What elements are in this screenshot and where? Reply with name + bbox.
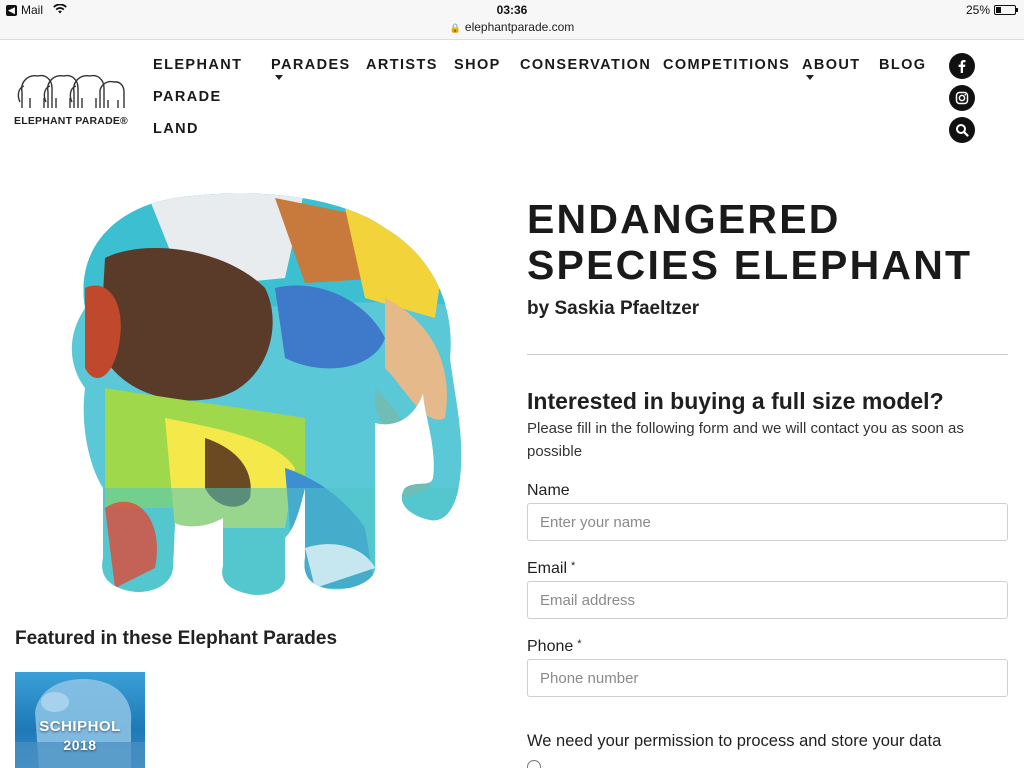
divider <box>527 354 1008 355</box>
facebook-icon[interactable] <box>949 53 975 79</box>
browser-status-bar: ◀ Mail 03:36 🔒 elephantparade.com 25% <box>0 0 1024 40</box>
title-line-2: SPECIES ELEPHANT <box>527 242 973 288</box>
nav-parades[interactable]: PARADES <box>271 49 351 80</box>
form-intro: Please fill in the following form and we… <box>527 420 964 460</box>
email-field[interactable] <box>527 581 1008 619</box>
status-time: 03:36 <box>496 3 528 17</box>
instagram-icon[interactable] <box>949 85 975 111</box>
title-line-1: ENDANGERED <box>527 196 841 242</box>
battery-fill <box>996 7 1001 13</box>
nav-parades-label[interactable]: PARADES <box>271 57 351 73</box>
phone-label: Phone * <box>527 638 582 656</box>
nav-about-label[interactable]: ABOUT <box>802 57 861 73</box>
nav-artists[interactable]: ARTISTS <box>366 49 438 81</box>
nav-shop[interactable]: SHOP <box>454 49 501 81</box>
consent-radio[interactable] <box>527 760 541 768</box>
email-label-text: Email <box>527 560 568 577</box>
featured-heading: Featured in these Elephant Parades <box>15 628 338 649</box>
lock-icon: 🔒 <box>449 23 461 33</box>
name-field[interactable] <box>527 503 1008 541</box>
search-icon[interactable] <box>949 117 975 143</box>
phone-field[interactable] <box>527 659 1008 697</box>
form-heading: Interested in buying a full size model? <box>527 388 944 414</box>
chevron-down-icon[interactable] <box>806 75 814 80</box>
required-marker: * <box>571 560 576 572</box>
nav-parade[interactable]: PARADE <box>153 81 222 113</box>
elephants-logo-icon <box>17 74 125 108</box>
nav-elephant[interactable]: ELEPHANT <box>153 49 242 81</box>
nav-about[interactable]: ABOUT <box>802 49 861 80</box>
parade-thumb-year: 2018 <box>63 737 97 753</box>
required-marker: * <box>577 638 582 650</box>
page-title: ENDANGERED SPECIES ELEPHANT <box>527 196 972 288</box>
parade-thumbnail-schiphol[interactable]: SCHIPHOL 2018 <box>15 672 145 768</box>
nav-land[interactable]: LAND <box>153 113 199 145</box>
site-logo[interactable]: ELEPHANT PARADE® <box>14 68 128 130</box>
permission-text: We need your permission to process and s… <box>527 732 942 750</box>
nav-blog[interactable]: BLOG <box>879 49 927 81</box>
phone-label-text: Phone <box>527 638 574 655</box>
name-label: Name <box>527 482 570 499</box>
battery-icon <box>994 5 1018 15</box>
nav-conservation[interactable]: CONSERVATION <box>520 49 651 81</box>
address-url[interactable]: elephantparade.com <box>465 20 574 34</box>
elephant-artwork-image <box>45 188 475 603</box>
chevron-down-icon[interactable] <box>275 75 283 80</box>
status-right: 25% <box>965 3 1018 17</box>
battery-percent: 25% <box>965 3 990 17</box>
logo-text: ELEPHANT PARADE® <box>14 115 128 127</box>
parade-thumb-title: SCHIPHOL <box>39 718 121 735</box>
nav-competitions[interactable]: COMPETITIONS <box>663 49 790 81</box>
artist-byline[interactable]: by Saskia Pfaeltzer <box>527 298 699 320</box>
email-label: Email * <box>527 560 575 578</box>
address-bar[interactable]: 🔒 elephantparade.com <box>0 20 1024 34</box>
